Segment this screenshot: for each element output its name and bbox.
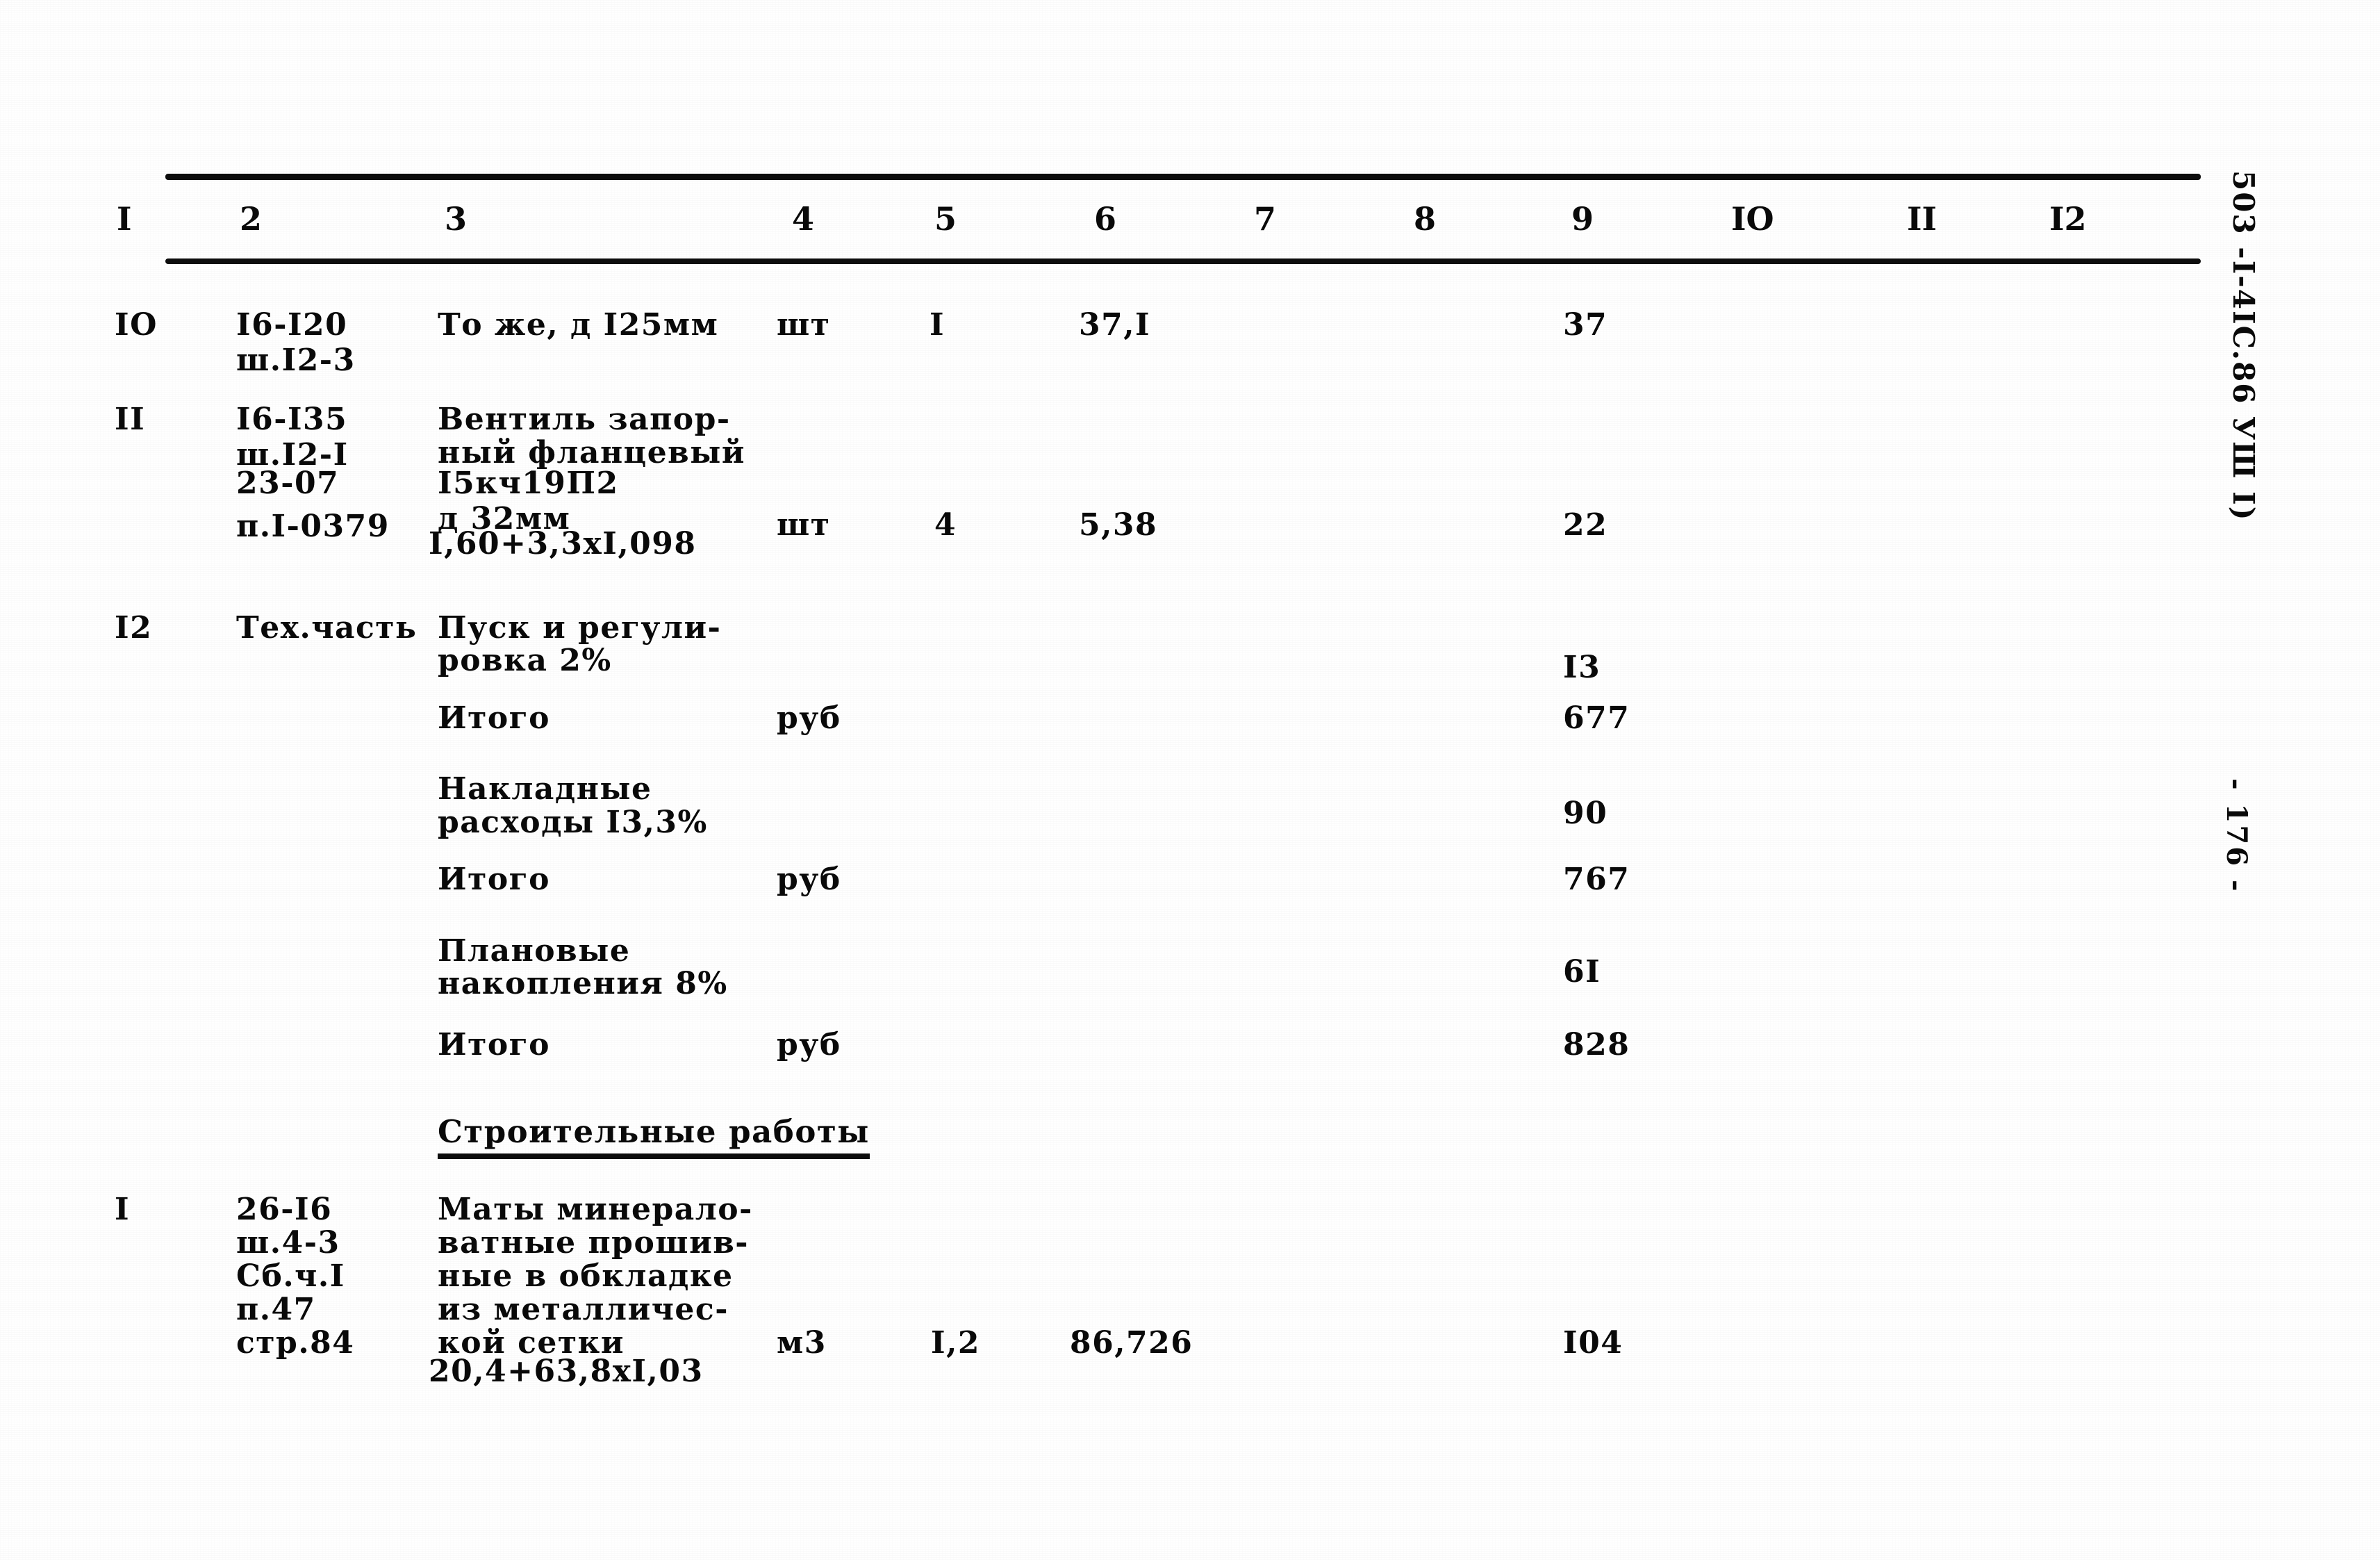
summary-label: накопления 8%	[438, 966, 728, 1001]
row-quantity: I,2	[931, 1325, 981, 1361]
row-description: 20,4+63,8xI,03	[429, 1354, 704, 1389]
row-code-line: п.I-0379	[236, 509, 390, 544]
summary-total: 767	[1563, 862, 1630, 897]
row-number: I2	[115, 610, 153, 646]
row-number: II	[115, 402, 146, 437]
row-code-line: 23-07	[236, 466, 340, 501]
row-price: 37,I	[1079, 307, 1151, 343]
summary-total: 6I	[1563, 954, 1601, 990]
summary-label: Итого	[438, 862, 550, 897]
row-price: 5,38	[1079, 507, 1158, 543]
summary-total: 677	[1563, 700, 1630, 736]
column-header-7: 7	[1254, 200, 1277, 238]
row-code-line: ш.I2-3	[236, 343, 356, 378]
row-description: То же, д I25мм	[438, 307, 719, 343]
column-header-11: II	[1907, 200, 1937, 238]
column-header-12: I2	[2049, 200, 2087, 238]
row-code-line: стр.84	[236, 1325, 355, 1361]
column-header-2: 2	[240, 200, 263, 238]
column-header-5: 5	[934, 200, 957, 238]
section-heading: Строительные работы	[438, 1112, 870, 1159]
row-quantity: I	[929, 307, 945, 343]
row-unit: шт	[777, 307, 831, 343]
column-header-1: I	[117, 200, 132, 238]
row-total: I04	[1563, 1325, 1623, 1361]
row-total: 37	[1563, 307, 1608, 343]
summary-unit: руб	[777, 1027, 841, 1062]
table-top-rule	[165, 174, 2201, 180]
row-code-line: Тех.часть	[236, 610, 418, 646]
margin-page-number: - 176 -	[2220, 778, 2253, 894]
row-total: I3	[1563, 650, 1601, 685]
table-header-bottom-rule	[165, 258, 2201, 264]
column-header-10: IO	[1731, 200, 1774, 238]
row-number: I	[115, 1192, 131, 1227]
summary-unit: руб	[777, 862, 841, 897]
row-number: IO	[115, 307, 158, 343]
summary-label: Итого	[438, 700, 550, 736]
summary-total: 90	[1563, 796, 1608, 831]
row-total: 22	[1563, 507, 1608, 543]
summary-label: Итого	[438, 1027, 550, 1062]
column-header-8: 8	[1414, 200, 1437, 238]
row-unit: шт	[777, 507, 831, 543]
summary-unit: руб	[777, 700, 841, 736]
row-description: ровка 2%	[438, 643, 612, 678]
row-quantity: 4	[934, 507, 957, 543]
column-header-6: 6	[1094, 200, 1117, 238]
margin-document-code: 503 -I-4IC.86 УШ I)	[2226, 170, 2261, 522]
column-header-4: 4	[792, 200, 815, 238]
summary-label: расходы I3,3%	[438, 805, 708, 840]
column-header-3: 3	[445, 200, 468, 238]
summary-total: 828	[1563, 1027, 1630, 1062]
row-price: 86,726	[1070, 1325, 1193, 1361]
scanned-page: I 2 3 4 5 6 7 8 9 IO II I2 IO I6-I20 ш.I…	[0, 0, 2380, 1560]
row-description: I,60+3,3xI,098	[429, 526, 697, 561]
column-header-9: 9	[1571, 200, 1594, 238]
row-unit: м3	[777, 1325, 827, 1361]
